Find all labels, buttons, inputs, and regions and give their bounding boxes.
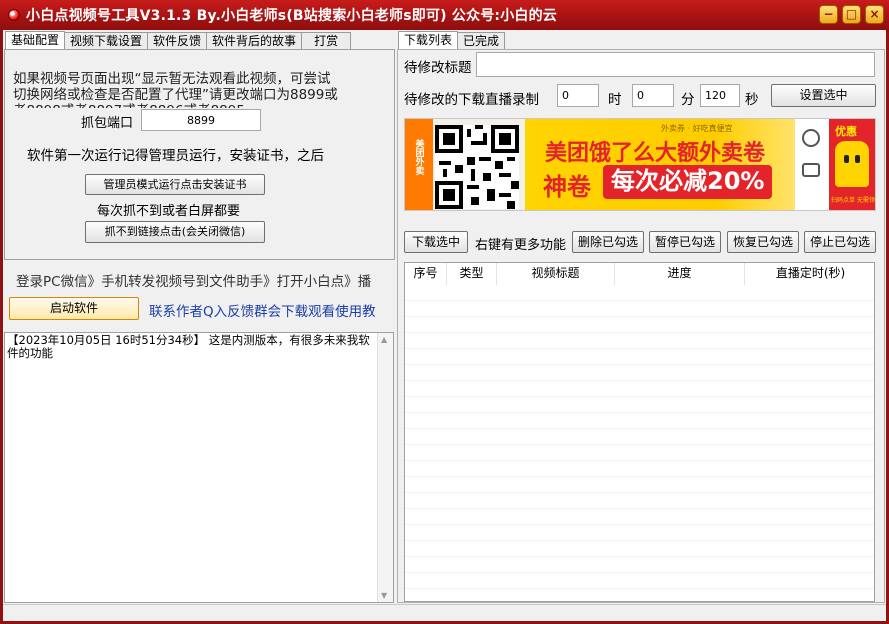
- download-selected-button[interactable]: 下载选中: [404, 231, 468, 253]
- burger-icon: [802, 163, 820, 177]
- pause-checked-button[interactable]: 暂停已勾选: [649, 231, 721, 253]
- steps-instructions: 登录PC微信》手机转发视频号到文件助手》打开小白点》播: [16, 274, 372, 290]
- restore-button[interactable]: □: [842, 5, 861, 24]
- table-header-row: 序号 类型 视频标题 进度 直播定时(秒): [405, 263, 874, 286]
- live-record-label: 待修改的下载直播录制: [404, 92, 539, 108]
- banner-badge-column: 优惠 扫码点单 无需领取: [829, 119, 876, 210]
- banner-main-area: 外卖券 · 好吃真便宜 美团饿了么大额外卖卷 神卷 每次必减20%: [525, 119, 795, 210]
- port-label: 抓包端口: [81, 116, 134, 131]
- minute-label: 分: [681, 92, 695, 108]
- scroll-up-icon[interactable]: ▲: [381, 335, 387, 344]
- title-edit-input[interactable]: [476, 52, 875, 77]
- app-icon: [8, 9, 20, 21]
- table-body: [405, 285, 874, 601]
- tab-download-list[interactable]: 下载列表: [398, 31, 459, 50]
- column-header-live-timer[interactable]: 直播定时(秒): [745, 263, 874, 285]
- banner-info-column: [795, 119, 829, 210]
- start-software-button[interactable]: 启动软件: [9, 297, 139, 320]
- tab-basic-config[interactable]: 基础配置: [5, 31, 66, 50]
- banner-sub-red: 神卷: [543, 173, 591, 201]
- banner-discount: 每次必减20%: [603, 165, 773, 199]
- second-label: 秒: [745, 92, 759, 108]
- minimize-button[interactable]: −: [819, 5, 838, 24]
- column-header-type[interactable]: 类型: [447, 263, 497, 285]
- hour-input[interactable]: [557, 84, 599, 107]
- white-screen-tip: 每次抓不到或者白屏都要: [97, 204, 241, 219]
- minute-input[interactable]: [632, 84, 674, 107]
- contact-author-link[interactable]: 联系作者Q入反馈群会下载观看使用教: [149, 300, 394, 320]
- tab-story[interactable]: 软件背后的故事: [206, 32, 303, 50]
- resume-checked-button[interactable]: 恢复已勾选: [727, 231, 799, 253]
- delete-checked-button[interactable]: 删除已勾选: [572, 231, 644, 253]
- hint-line-3: 者8898或者8897或者8896或者8895: [13, 99, 245, 108]
- title-bar: 小白点视频号工具V3.1.3 By.小白老师s(B站搜索小白老师s即可) 公众号…: [0, 0, 889, 30]
- tab-video-download-settings[interactable]: 视频下载设置: [64, 32, 149, 50]
- tab-completed[interactable]: 已完成: [457, 32, 506, 50]
- hour-label: 时: [608, 92, 622, 108]
- second-input[interactable]: [700, 84, 740, 107]
- log-scrollbar[interactable]: ▲ ▼: [377, 333, 393, 602]
- tab-feedback[interactable]: 软件反馈: [147, 32, 208, 50]
- scroll-down-icon[interactable]: ▼: [381, 591, 387, 600]
- qr-code-icon: [435, 125, 519, 209]
- right-click-hint: 右键有更多功能: [475, 238, 567, 253]
- download-table[interactable]: 序号 类型 视频标题 进度 直播定时(秒): [404, 262, 875, 602]
- banner-side-text: 美团外卖: [413, 139, 424, 175]
- promo-banner[interactable]: 美团外卖 外卖券 · 好吃真便宜 美团饿了么大额外卖卷 神卷 每次必减20% 优…: [404, 118, 876, 211]
- banner-right-text: 扫码点单 无需领取: [831, 197, 876, 204]
- port-input[interactable]: [141, 109, 261, 131]
- capture-link-button[interactable]: 抓不到链接点击(会关闭微信): [85, 221, 265, 243]
- apply-settings-button[interactable]: 设置选中: [771, 84, 876, 107]
- right-tab-strip: 下载列表 已完成: [398, 31, 506, 50]
- left-tab-strip: 基础配置 视频下载设置 软件反馈 软件背后的故事 打赏: [5, 31, 352, 50]
- banner-side-strip: 美团外卖: [405, 119, 433, 210]
- log-entry: 【2023年10月05日 16时51分34秒】 这是内测版本，有很多未来我软件的…: [7, 333, 370, 360]
- mascot-icon: [835, 141, 869, 187]
- banner-top-text: 外卖券 · 好吃真便宜: [661, 124, 733, 133]
- column-header-title[interactable]: 视频标题: [497, 263, 615, 285]
- check-circle-icon: [802, 129, 820, 147]
- basic-config-panel: 如果视频号页面出现“显示暂无法观看此视频，可尝试 切换网络或检查是否配置了代理”…: [4, 49, 395, 260]
- banner-headline: 美团饿了么大额外卖卷: [545, 141, 766, 166]
- column-header-progress[interactable]: 进度: [615, 263, 745, 285]
- status-bar: [3, 604, 886, 621]
- window-title: 小白点视频号工具V3.1.3 By.小白老师s(B站搜索小白老师s即可) 公众号…: [26, 8, 558, 24]
- tab-donate[interactable]: 打赏: [301, 32, 352, 50]
- column-header-index[interactable]: 序号: [405, 263, 447, 285]
- title-edit-label: 待修改标题: [404, 60, 472, 76]
- install-cert-button[interactable]: 管理员模式运行点击安装证书: [85, 174, 265, 195]
- stop-checked-button[interactable]: 停止已勾选: [804, 231, 876, 253]
- close-button[interactable]: ×: [865, 5, 884, 24]
- banner-badge: 优惠: [835, 125, 857, 138]
- log-textarea[interactable]: 【2023年10月05日 16时51分34秒】 这是内测版本，有很多未来我软件的…: [4, 332, 394, 603]
- first-run-tip: 软件第一次运行记得管理员运行，安装证书，之后: [27, 148, 324, 164]
